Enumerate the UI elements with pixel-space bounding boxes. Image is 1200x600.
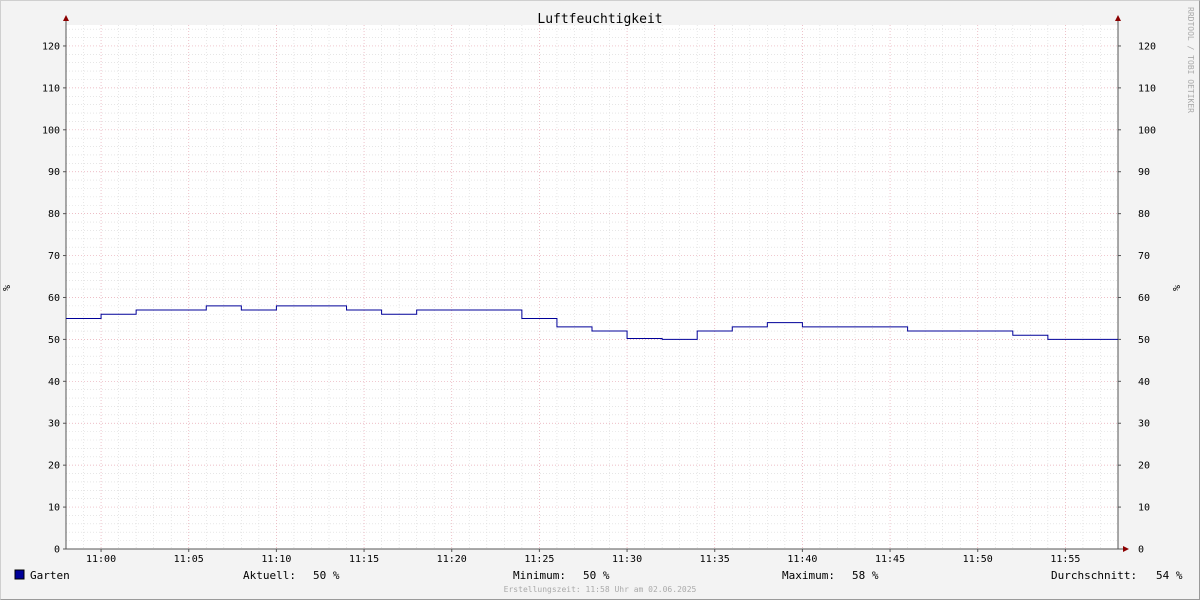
y-tick-label-left: 120 <box>42 41 60 52</box>
x-tick-label: 11:05 <box>174 554 204 565</box>
y-tick-label-left: 0 <box>54 545 60 556</box>
y-tick-label-right: 60 <box>1138 293 1150 304</box>
y-tick-label-left: 100 <box>42 125 60 136</box>
x-tick-label: 11:40 <box>787 554 817 565</box>
legend-stat-durchschnitt-value: 54 % <box>1156 569 1183 582</box>
legend: Garten Aktuell: 50 % Minimum: 50 % Maxim… <box>14 569 1183 582</box>
y-tick-label-left: 80 <box>48 209 60 220</box>
y-tick-label-left: 40 <box>48 377 60 388</box>
x-axis-arrow <box>1123 546 1129 552</box>
legend-series-label: Garten <box>30 569 70 582</box>
x-tick-label: 11:45 <box>875 554 905 565</box>
y-tick-label-left: 110 <box>42 83 60 94</box>
legend-stat-maximum-value: 58 % <box>852 569 879 582</box>
x-tick-label: 11:10 <box>261 554 291 565</box>
y-tick-label-right: 110 <box>1138 83 1156 94</box>
y-axis-left-arrow <box>63 15 69 21</box>
y-tick-label-right: 50 <box>1138 335 1150 346</box>
legend-swatch <box>14 569 25 580</box>
y-axis-right-arrow <box>1115 15 1121 21</box>
y-tick-label-left: 20 <box>48 461 60 472</box>
legend-stat-aktuell-value: 50 % <box>313 569 340 582</box>
y-tick-label-right: 40 <box>1138 377 1150 388</box>
x-tick-label: 11:25 <box>524 554 554 565</box>
x-tick-label: 11:35 <box>700 554 730 565</box>
x-tick-label: 11:55 <box>1050 554 1080 565</box>
y-tick-label-left: 10 <box>48 503 60 514</box>
y-tick-label-left: 60 <box>48 293 60 304</box>
x-ticks: 11:00 11:05 11:10 11:15 11:20 11:25 11:30 11:35… <box>86 549 1080 565</box>
y-tick-label-right: 30 <box>1138 419 1150 430</box>
x-tick-label: 11:50 <box>963 554 993 565</box>
y-tick-label-right: 20 <box>1138 461 1150 472</box>
y-tick-label-right: 80 <box>1138 209 1150 220</box>
y-tick-label-right: 10 <box>1138 503 1150 514</box>
legend-stat-minimum-label: Minimum: <box>513 569 566 582</box>
y-tick-label-right: 100 <box>1138 125 1156 136</box>
y-tick-label-left: 90 <box>48 167 60 178</box>
y-tick-label-left: 30 <box>48 419 60 430</box>
y-axis-label-left: % <box>2 285 13 291</box>
legend-stat-maximum-label: Maximum: <box>782 569 835 582</box>
y-tick-label-right: 120 <box>1138 41 1156 52</box>
chart-title: Luftfeuchtigkeit <box>537 12 662 27</box>
y-ticks-left: 0 10 20 30 40 50 60 70 80 90 100 110 120 <box>42 41 66 556</box>
x-tick-label: 11:30 <box>612 554 642 565</box>
y-tick-label-right: 0 <box>1138 545 1144 556</box>
y-tick-label-left: 70 <box>48 251 60 262</box>
legend-stat-aktuell-label: Aktuell: <box>243 569 296 582</box>
x-tick-label: 11:20 <box>437 554 467 565</box>
y-axis-label-right: % <box>1172 285 1183 291</box>
legend-stat-minimum-value: 50 % <box>583 569 610 582</box>
y-ticks-right: 0 10 20 30 40 50 60 70 80 90 100 110 120 <box>1118 41 1156 556</box>
x-tick-label: 11:15 <box>349 554 379 565</box>
x-tick-label: 11:00 <box>86 554 116 565</box>
y-tick-label-right: 70 <box>1138 251 1150 262</box>
y-tick-label-left: 50 <box>48 335 60 346</box>
y-tick-label-right: 90 <box>1138 167 1150 178</box>
chart-svg: 0 10 20 30 40 50 60 70 80 90 100 110 120 0 10 20 30 40 50… <box>2 7 1195 594</box>
watermark: RRDTOOL / TOBI OETIKER <box>1186 7 1195 113</box>
footer-timestamp: Erstellungszeit: 11:58 Uhr am 02.06.2025 <box>504 585 697 594</box>
legend-stat-durchschnitt-label: Durchschnitt: <box>1051 569 1137 582</box>
